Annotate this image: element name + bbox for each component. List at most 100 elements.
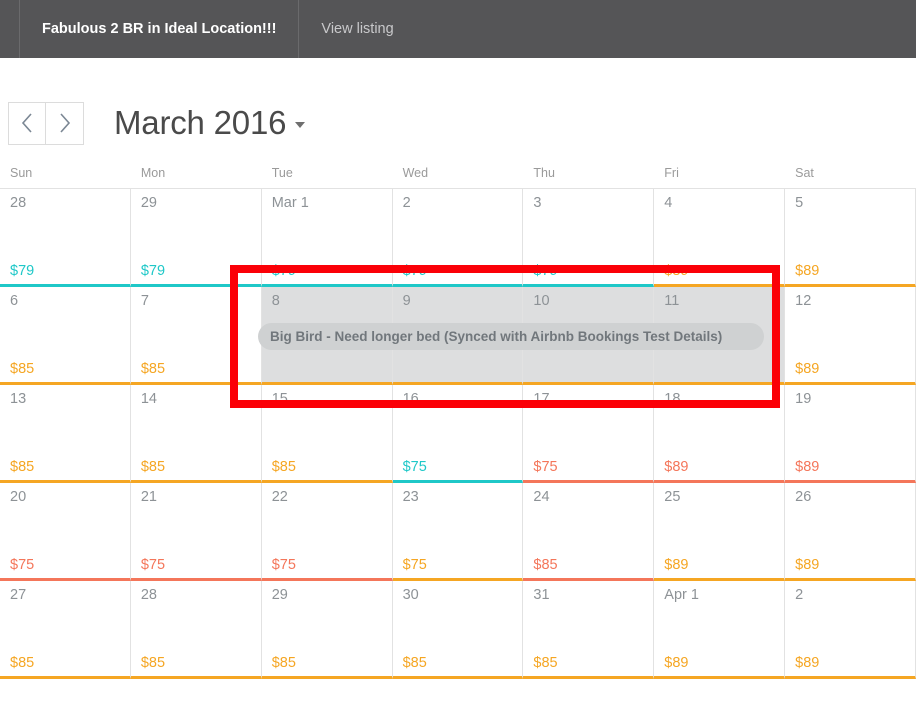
calendar-day-cell[interactable]: 29 $79 [130,189,262,287]
calendar-day-cell[interactable]: 6 $85 [0,287,131,385]
day-price[interactable]: $89 [795,263,819,279]
calendar-day-cell[interactable]: 31 $85 [523,581,655,679]
day-price[interactable]: $85 [10,655,34,671]
day-number: 6 [10,293,19,309]
calendar-day-cell[interactable]: 7 $85 [130,287,262,385]
calendar-day-cell[interactable]: 21 $75 [130,483,262,581]
calendar-day-cell[interactable]: 17 $75 [523,385,655,483]
calendar-day-cell[interactable]: 27 $85 [0,581,131,679]
day-price[interactable]: $89 [795,655,819,671]
day-price[interactable]: $85 [141,459,165,475]
calendar-day-cell[interactable]: 2 $79 [392,189,524,287]
prev-month-button[interactable] [8,101,46,145]
day-price[interactable]: $79 [533,263,557,279]
calendar-week-row: 27 $85 28 $85 29 $85 30 $85 31 $85 Apr 1 $89 2 $89 [0,581,916,679]
day-price[interactable]: $85 [272,459,296,475]
day-price[interactable]: $89 [664,655,688,671]
calendar-day-cell[interactable]: 2 $89 [785,581,916,679]
weekday-label-mon: Mon [140,166,166,180]
day-price[interactable]: $85 [141,655,165,671]
weekday-label-tue: Tue [271,166,293,180]
calendar-day-cell[interactable]: 18 $89 [654,385,786,483]
day-number: 31 [533,587,550,603]
day-price[interactable]: $85 [533,557,557,573]
calendar-day-cell[interactable]: 20 $75 [0,483,131,581]
calendar-day-cell[interactable]: 13 $85 [0,385,131,483]
day-price[interactable]: $79 [10,263,34,279]
listing-title[interactable]: Fabulous 2 BR in Ideal Location!!! [20,0,300,58]
day-price[interactable]: $89 [795,361,819,377]
view-listing-link[interactable]: View listing [299,0,415,58]
weekday-label-sun: Sun [10,166,33,180]
day-price[interactable]: $85 [272,655,296,671]
calendar-day-cell[interactable]: 4 $89 [654,189,786,287]
day-price[interactable]: $79 [403,263,427,279]
month-nav-group [8,101,84,145]
day-number: 8 [271,293,280,309]
day-number: 24 [533,489,550,505]
calendar-day-cell[interactable]: 22 $75 [261,483,393,581]
calendar-day-cell[interactable]: 24 $85 [523,483,655,581]
day-number: 28 [10,195,27,211]
calendar-day-cell[interactable]: 16 $75 [392,385,524,483]
calendar-day-cell[interactable]: 15 $85 [261,385,393,483]
calendar-day-cell[interactable]: 28 $79 [0,189,131,287]
day-number: 21 [140,489,157,505]
calendar-day-cell[interactable]: 19 $89 [785,385,916,483]
calendar-day-cell[interactable]: 12 $89 [785,287,916,385]
day-price[interactable]: $79 [141,263,165,279]
day-number: 17 [533,391,550,407]
day-price[interactable]: $75 [141,557,165,573]
month-title-label: March 2016 [114,104,287,141]
day-number: Mar 1 [271,195,309,211]
day-price[interactable]: $75 [10,557,34,573]
calendar-day-cell[interactable]: Mar 1 $79 [261,189,393,287]
calendar-week-row: 28 $79 29 $79 Mar 1 $79 2 $79 3 $79 4 $89 5 $89 [0,189,916,287]
day-number: 12 [795,293,812,309]
day-price[interactable]: $85 [533,655,557,671]
weekday-label-wed: Wed [402,166,429,180]
calendar-day-cell[interactable]: 5 $89 [785,189,916,287]
calendar-day-cell[interactable]: 23 $75 [392,483,524,581]
calendar-day-cell[interactable]: Apr 1 $89 [654,581,786,679]
day-price[interactable]: $89 [795,557,819,573]
top-navigation-bar: Fabulous 2 BR in Ideal Location!!! View … [0,0,916,58]
day-price[interactable]: $85 [10,361,34,377]
calendar-day-cell[interactable]: 3 $79 [523,189,655,287]
day-price[interactable]: $79 [272,263,296,279]
calendar-day-cell[interactable]: 25 $89 [654,483,786,581]
next-month-button[interactable] [46,101,84,145]
day-number: 2 [795,587,804,603]
day-price[interactable]: $89 [664,557,688,573]
day-price[interactable]: $89 [664,263,688,279]
day-number: 15 [271,391,288,407]
day-number: 29 [271,587,288,603]
day-price[interactable]: $75 [403,557,427,573]
day-number: 20 [10,489,27,505]
weekday-header-row: Sun Mon Tue Wed Thu Fri Sat [0,166,916,188]
day-price[interactable]: $85 [141,361,165,377]
day-price[interactable]: $85 [403,655,427,671]
chevron-right-icon [60,113,71,133]
month-title-dropdown[interactable]: March 2016 [114,104,306,142]
weekday-label-sat: Sat [795,166,814,180]
booking-event-bar[interactable]: Big Bird - Need longer bed (Synced with … [258,323,764,350]
day-price[interactable]: $75 [403,459,427,475]
day-price[interactable]: $89 [664,459,688,475]
calendar-day-cell[interactable]: 30 $85 [392,581,524,679]
day-number: 4 [664,195,673,211]
day-number: 16 [402,391,419,407]
day-price[interactable]: $89 [795,459,819,475]
calendar-day-cell[interactable]: 14 $85 [130,385,262,483]
day-price[interactable]: $85 [10,459,34,475]
day-number: 13 [10,391,27,407]
chevron-left-icon [21,113,32,133]
calendar-day-cell[interactable]: 28 $85 [130,581,262,679]
day-price[interactable]: $75 [272,557,296,573]
day-number: 23 [402,489,419,505]
calendar-day-cell[interactable]: 29 $85 [261,581,393,679]
day-number: 22 [271,489,288,505]
day-price[interactable]: $75 [533,459,557,475]
weekday-label-fri: Fri [664,166,679,180]
calendar-day-cell[interactable]: 26 $89 [785,483,916,581]
